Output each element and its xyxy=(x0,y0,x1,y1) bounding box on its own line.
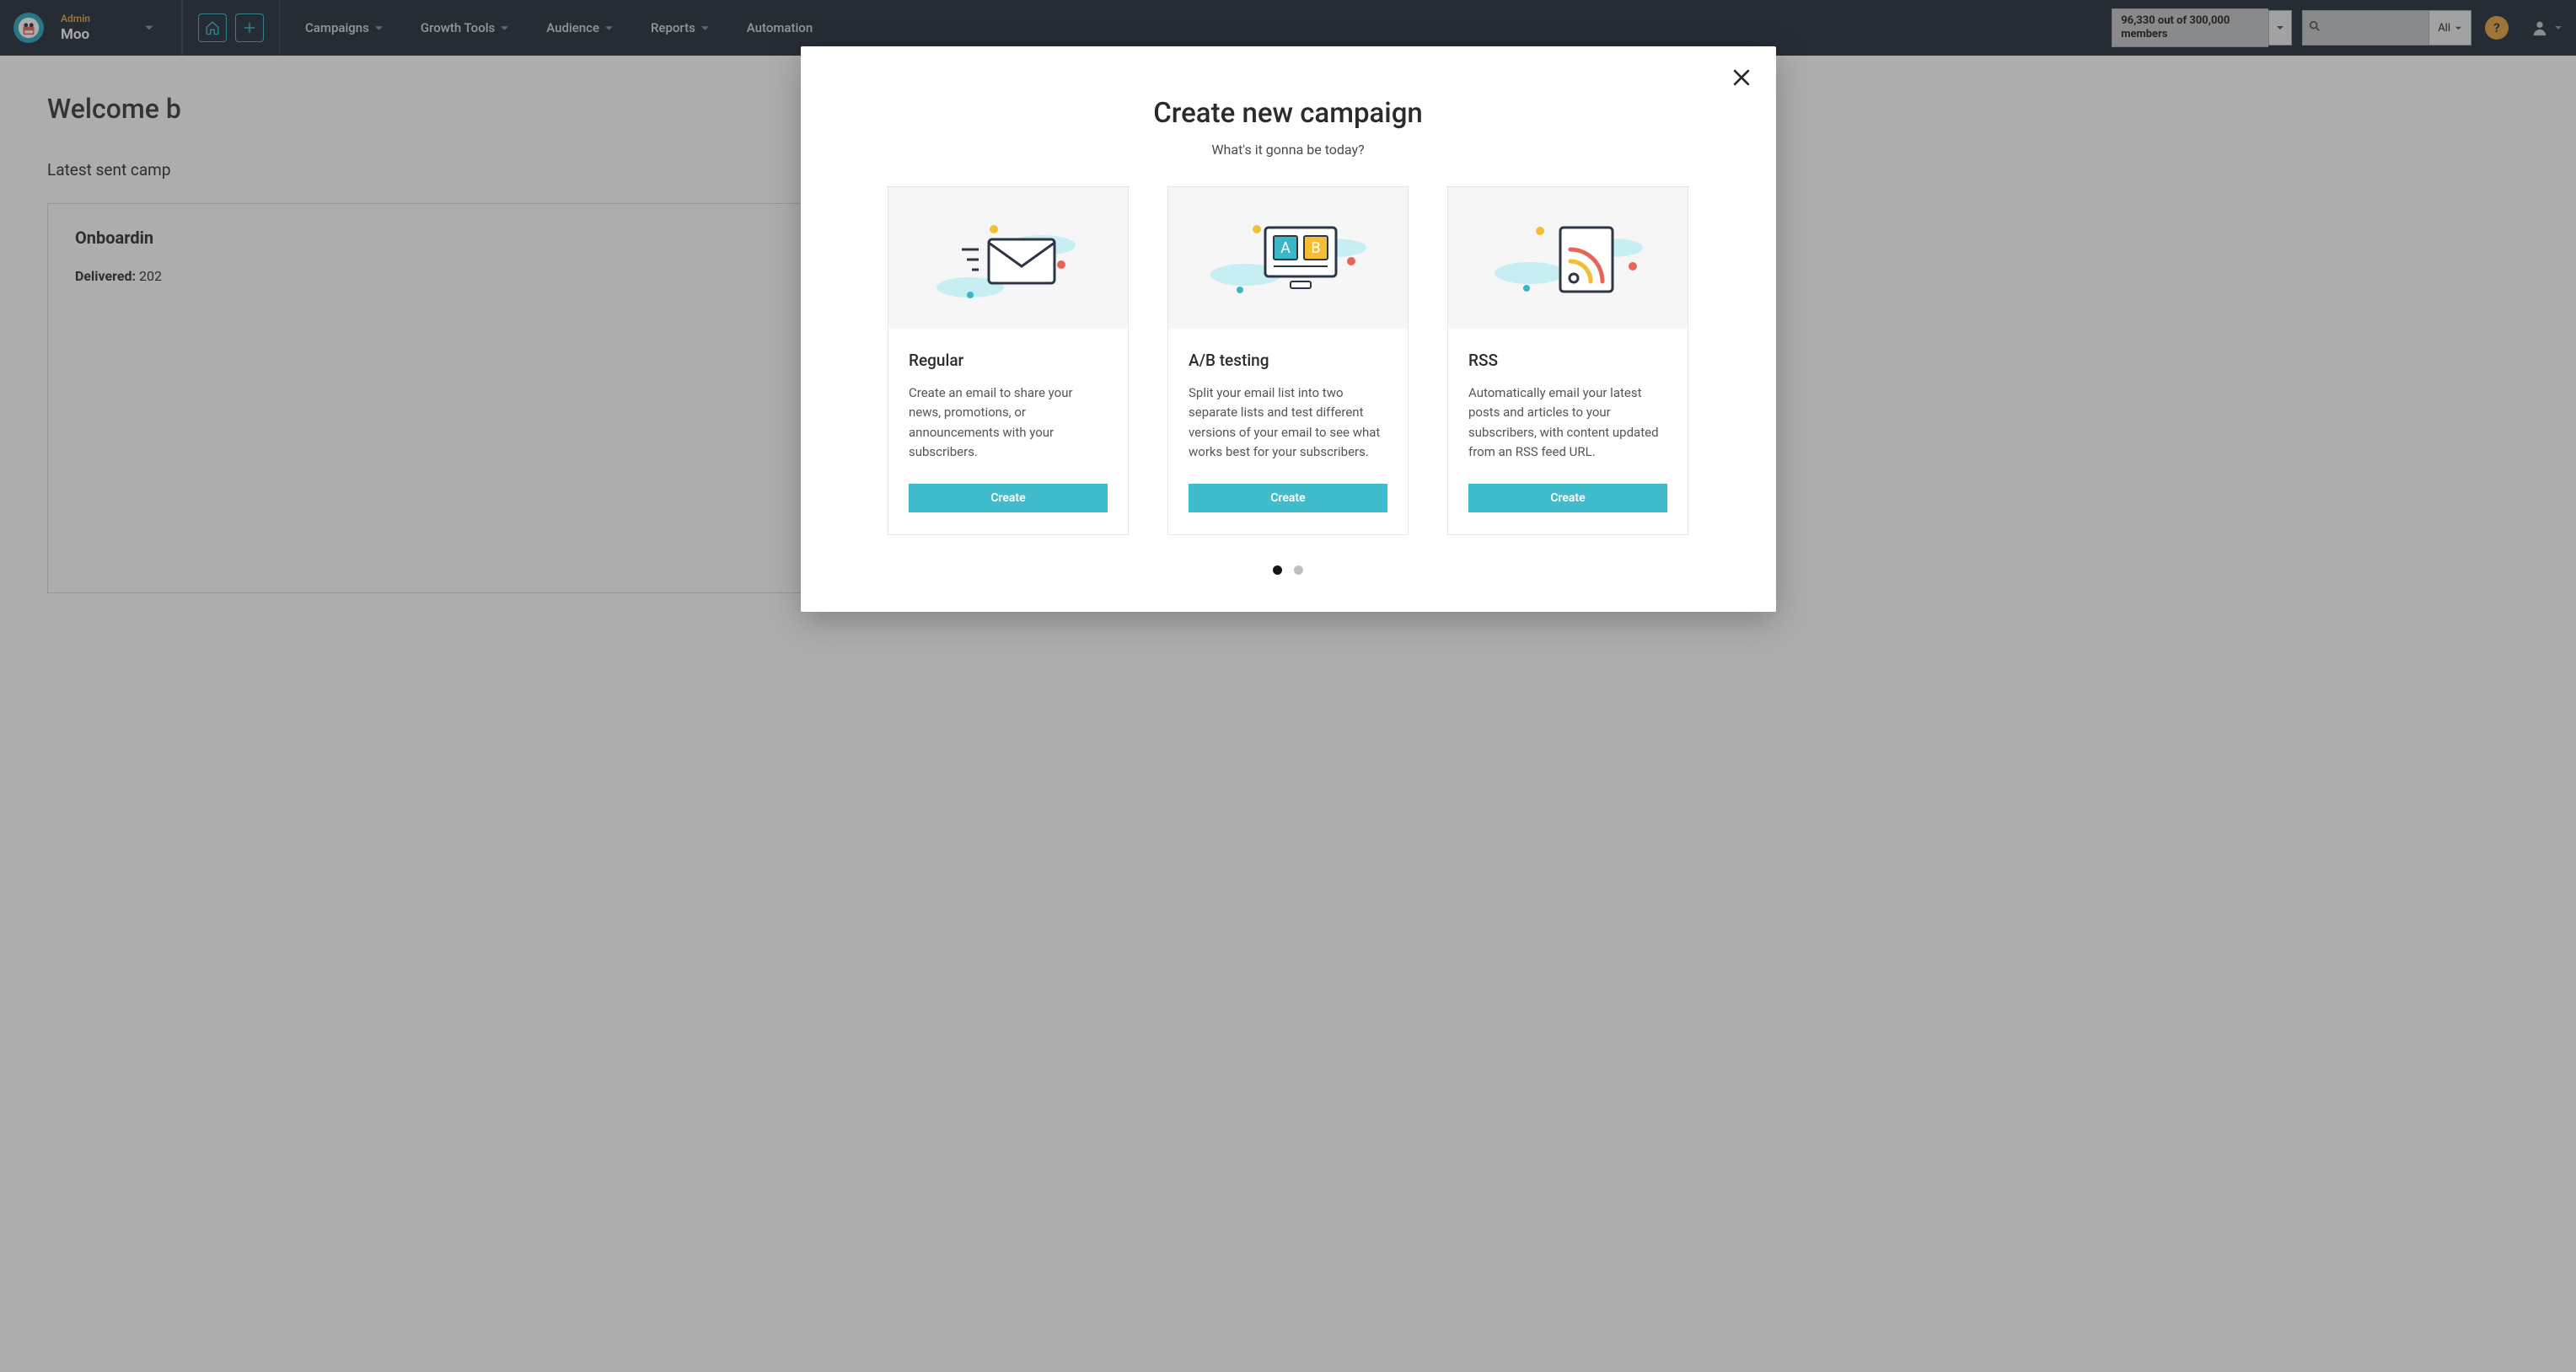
create-regular-button[interactable]: Create xyxy=(909,484,1108,512)
close-button[interactable] xyxy=(1731,67,1752,92)
card-regular: Regular Create an email to share your ne… xyxy=(888,186,1129,535)
card-title: RSS xyxy=(1468,351,1667,370)
card-title: A/B testing xyxy=(1189,351,1387,370)
campaign-type-cards: Regular Create an email to share your ne… xyxy=(835,186,1742,535)
close-icon xyxy=(1731,67,1752,88)
create-ab-button[interactable]: Create xyxy=(1189,484,1387,512)
modal-title: Create new campaign xyxy=(835,97,1742,130)
card-title: Regular xyxy=(909,351,1108,370)
card-ab-testing: A B A/B testing Split your email list in… xyxy=(1167,186,1409,535)
carousel-dot-2[interactable] xyxy=(1294,565,1303,575)
svg-text:B: B xyxy=(1311,239,1320,257)
card-description: Split your email list into two separate … xyxy=(1189,383,1387,462)
modal-subtitle: What's it gonna be today? xyxy=(835,142,1742,158)
card-rss: RSS Automatically email your latest post… xyxy=(1447,186,1688,535)
create-campaign-modal: Create new campaign What's it gonna be t… xyxy=(801,46,1776,612)
modal-overlay[interactable]: Create new campaign What's it gonna be t… xyxy=(0,0,2576,1372)
card-description: Create an email to share your news, prom… xyxy=(909,383,1108,462)
carousel-dots xyxy=(835,565,1742,575)
svg-text:A: A xyxy=(1280,239,1291,257)
regular-illustration xyxy=(888,187,1128,329)
carousel-dot-1[interactable] xyxy=(1273,565,1282,575)
card-description: Automatically email your latest posts an… xyxy=(1468,383,1667,462)
rss-illustration xyxy=(1448,187,1688,329)
ab-illustration: A B xyxy=(1168,187,1408,329)
create-rss-button[interactable]: Create xyxy=(1468,484,1667,512)
